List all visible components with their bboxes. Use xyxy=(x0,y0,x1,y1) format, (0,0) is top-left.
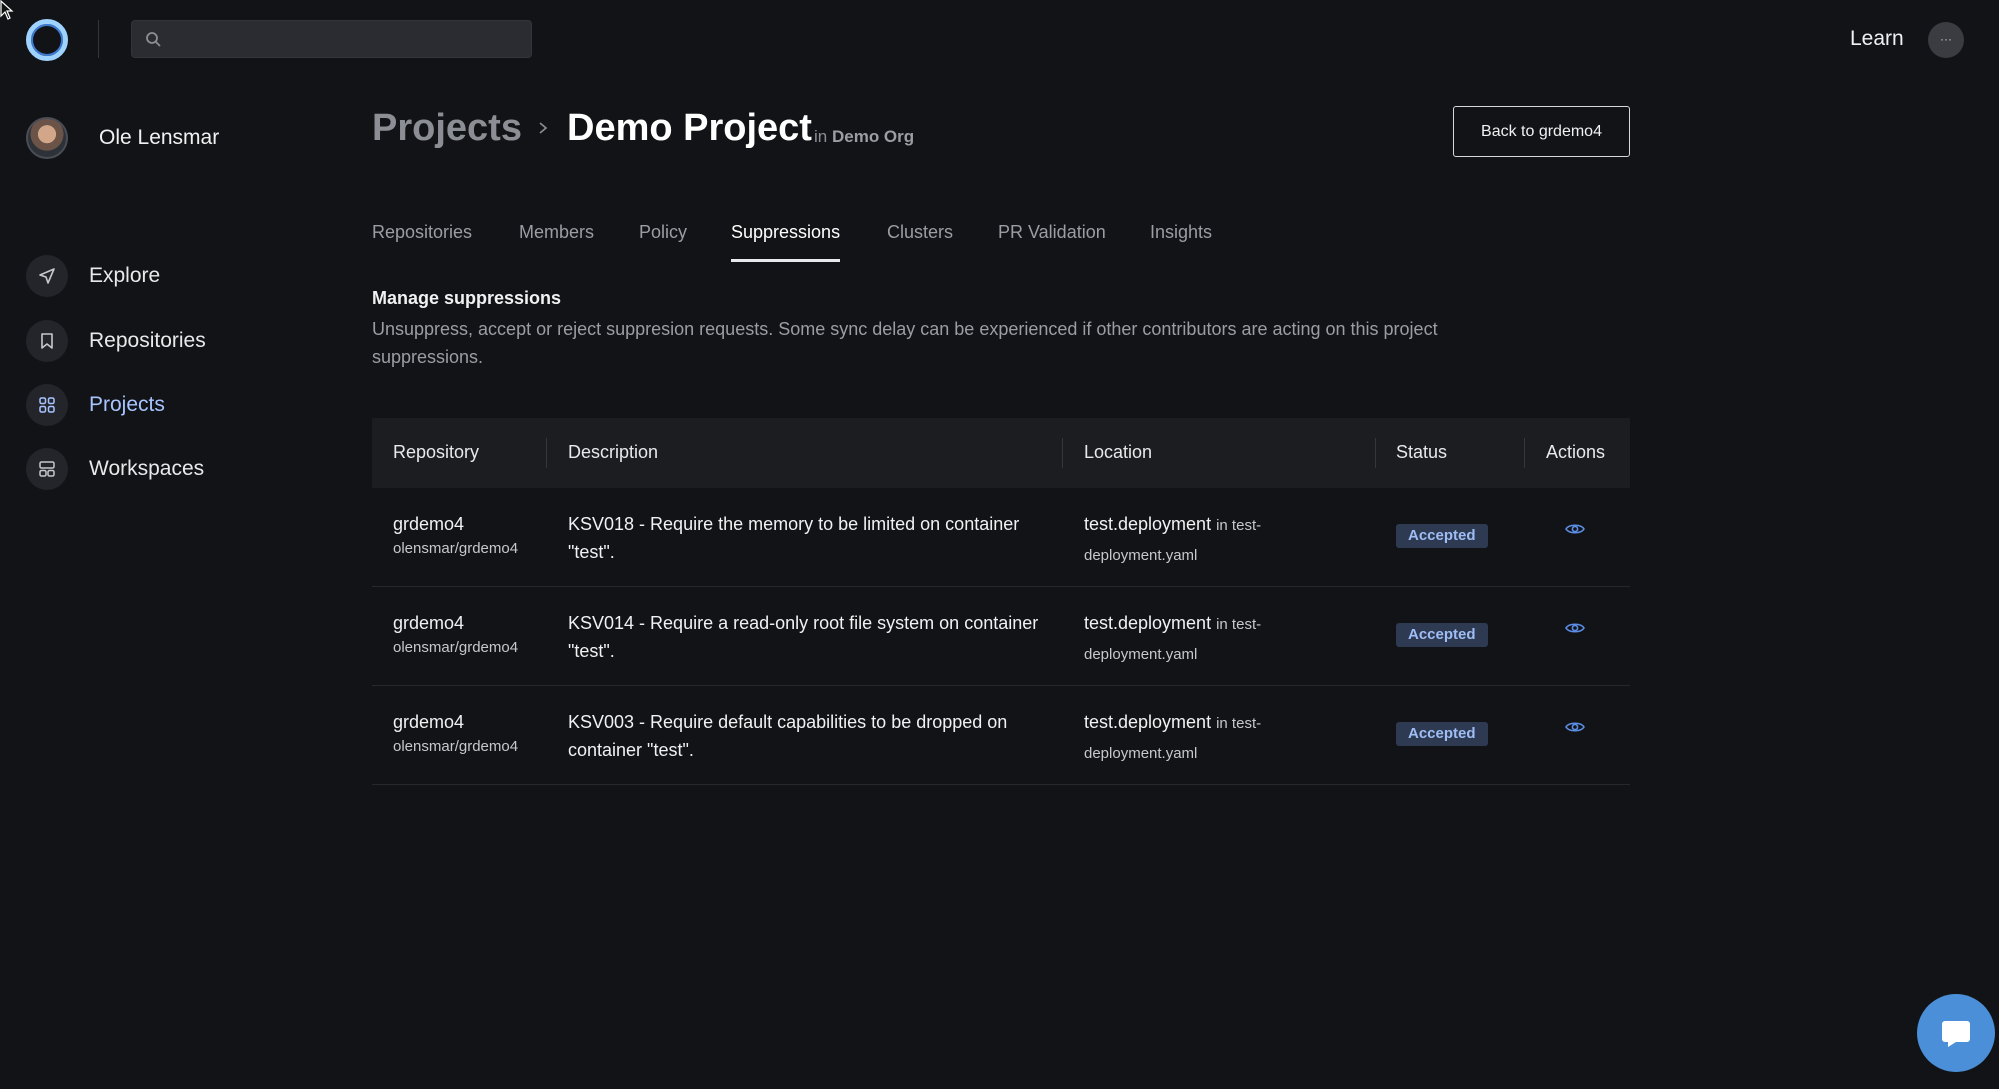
eye-icon[interactable] xyxy=(1565,621,1585,635)
table-row: grdemo4 olensmar/grdemo4 KSV003 - Requir… xyxy=(372,686,1630,785)
resource-name: test.deployment xyxy=(1084,514,1212,534)
sidebar-item-label: Repositories xyxy=(89,329,206,352)
chevron-right-icon xyxy=(539,122,548,134)
suppressions-table: Repository Description Location Status A… xyxy=(372,418,1630,785)
tab-policy[interactable]: Policy xyxy=(639,222,687,259)
suppression-description: KSV018 - Require the memory to be limite… xyxy=(568,514,1020,562)
column-header-repository: Repository xyxy=(393,442,480,462)
tab-clusters[interactable]: Clusters xyxy=(887,222,953,259)
column-header-description: Description xyxy=(568,442,659,462)
chat-button[interactable] xyxy=(1917,994,1995,1072)
search-icon xyxy=(146,32,161,47)
column-header-status: Status xyxy=(1396,442,1448,462)
search-box[interactable] xyxy=(131,20,532,58)
suppression-description: KSV014 - Require a read-only root file s… xyxy=(568,613,1039,661)
sidebar-item-label: Workspaces xyxy=(89,457,205,480)
page-title: Demo Project xyxy=(567,107,812,149)
tab-insights[interactable]: Insights xyxy=(1150,222,1212,259)
repo-path: olensmar/grdemo4 xyxy=(393,639,519,656)
tab-suppressions[interactable]: Suppressions xyxy=(731,222,841,262)
send-icon xyxy=(26,255,68,297)
tab-members[interactable]: Members xyxy=(519,222,594,259)
suppression-description: KSV003 - Require default capabilities to… xyxy=(568,712,1008,760)
eye-icon[interactable] xyxy=(1565,522,1585,536)
column-header-actions: Actions xyxy=(1546,442,1606,462)
tab-pr-validation[interactable]: PR Validation xyxy=(998,222,1106,259)
chat-icon xyxy=(1942,1021,1970,1047)
table-row: grdemo4 olensmar/grdemo4 KSV018 - Requir… xyxy=(372,488,1630,587)
back-button[interactable]: Back to grdemo4 xyxy=(1453,106,1630,157)
sidebar-item-explore[interactable]: Explore xyxy=(26,255,160,297)
sidebar-item-projects[interactable]: Projects xyxy=(26,384,165,426)
column-divider xyxy=(546,438,547,468)
divider xyxy=(98,20,99,58)
resource-name: test.deployment xyxy=(1084,613,1212,633)
avatar[interactable] xyxy=(26,117,68,159)
repo-name[interactable]: grdemo4 xyxy=(393,712,464,733)
in-prefix: in xyxy=(814,127,828,146)
tab-repositories[interactable]: Repositories xyxy=(372,222,472,259)
status-badge: Accepted xyxy=(1396,524,1488,548)
sidebar-item-repositories[interactable]: Repositories xyxy=(26,320,206,362)
sidebar-item-label: Explore xyxy=(89,264,161,287)
more-options-button[interactable]: ··· xyxy=(1928,22,1964,58)
logo-icon[interactable] xyxy=(26,19,68,61)
location: test.deployment in test-deployment.yaml xyxy=(1084,609,1314,669)
eye-icon[interactable] xyxy=(1565,720,1585,734)
bookmark-icon xyxy=(26,320,68,362)
column-divider xyxy=(1375,438,1376,468)
column-divider xyxy=(1524,438,1525,468)
repo-name[interactable]: grdemo4 xyxy=(393,514,464,535)
table-header: Repository Description Location Status A… xyxy=(372,418,1630,488)
location: test.deployment in test-deployment.yaml xyxy=(1084,708,1314,768)
learn-link[interactable]: Learn xyxy=(1850,27,1904,51)
layout-icon xyxy=(26,448,68,490)
repo-path: olensmar/grdemo4 xyxy=(393,540,519,557)
location: test.deployment in test-deployment.yaml xyxy=(1084,510,1314,570)
column-divider xyxy=(1062,438,1063,468)
sidebar-item-workspaces[interactable]: Workspaces xyxy=(26,448,204,490)
org-name[interactable]: Demo Org xyxy=(832,127,914,146)
status-badge: Accepted xyxy=(1396,623,1488,647)
user-name: Ole Lensmar xyxy=(99,126,220,149)
table-row: grdemo4 olensmar/grdemo4 KSV014 - Requir… xyxy=(372,587,1630,686)
breadcrumb-projects-link[interactable]: Projects xyxy=(372,107,522,150)
column-header-location: Location xyxy=(1084,442,1153,462)
top-bar: Learn ··· xyxy=(0,0,1999,80)
repo-path: olensmar/grdemo4 xyxy=(393,738,519,755)
resource-name: test.deployment xyxy=(1084,712,1212,732)
repo-name[interactable]: grdemo4 xyxy=(393,613,464,634)
section-title: Manage suppressions xyxy=(372,288,562,308)
grid-icon xyxy=(26,384,68,426)
org-context: in Demo Org xyxy=(814,127,914,147)
status-badge: Accepted xyxy=(1396,722,1488,746)
search-input[interactable] xyxy=(172,21,522,57)
section-description: Unsuppress, accept or reject suppresion … xyxy=(372,319,1438,367)
sidebar-item-label: Projects xyxy=(89,393,165,416)
